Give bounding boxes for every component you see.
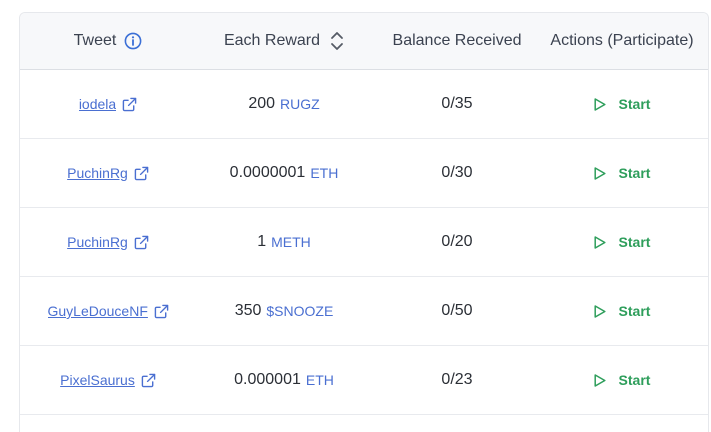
tweet-link[interactable]: iodela [79, 96, 116, 112]
start-label: Start [618, 234, 651, 250]
reward-token: METH [271, 234, 311, 250]
tweet-cell: PuchinRg [20, 208, 196, 276]
balance-value: 0/30 [441, 164, 473, 181]
balance-value: 0/20 [441, 233, 473, 250]
balance-value: 0/23 [441, 371, 473, 388]
play-icon [593, 235, 606, 249]
header-tweet-label: Tweet [73, 32, 117, 49]
header-reward-label: Each Reward [223, 32, 321, 49]
reward-token: RUGZ [280, 96, 320, 112]
actions-cell: Start [536, 70, 708, 138]
header-balance-label: Balance Received [392, 32, 522, 49]
tweet-cell: GuyLeDouceNF [20, 277, 196, 345]
header-tweet: Tweet [20, 13, 196, 69]
tweet-link[interactable]: PuchinRg [67, 165, 128, 181]
start-label: Start [618, 96, 651, 112]
start-button[interactable]: Start [593, 372, 651, 388]
table-row: PuchinRg 1 METH 0/20 Start [20, 208, 708, 277]
table-row: PixelSaurus 0.000001 ETH 0/23 Start [20, 346, 708, 415]
tweet-cell: PixelSaurus [20, 346, 196, 414]
balance-cell: 0/35 [372, 70, 542, 138]
play-icon [593, 166, 606, 180]
table-row: GuyLeDouceNF 350 $SNOOZE 0/50 Start [20, 277, 708, 346]
reward-amount: 0.0000001 [229, 164, 306, 181]
reward-amount: 1 [257, 233, 267, 250]
info-circle-icon[interactable] [124, 32, 142, 50]
balance-cell: 0/30 [372, 139, 542, 207]
play-icon [593, 97, 606, 111]
reward-amount: 200 [248, 95, 276, 112]
start-label: Start [618, 372, 651, 388]
tweet-cell: iodela [20, 70, 196, 138]
reward-cell: 350 $SNOOZE [196, 277, 372, 345]
reward-amount: 350 [234, 302, 262, 319]
start-button[interactable]: Start [593, 234, 651, 250]
start-label: Start [618, 303, 651, 319]
tweet-link[interactable]: PuchinRg [67, 234, 128, 250]
external-link-icon[interactable] [154, 304, 169, 319]
reward-cell: 200 RUGZ [196, 70, 372, 138]
reward-amount: 0.000001 [234, 371, 301, 388]
reward-token: ETH [310, 165, 339, 181]
rewards-table: Tweet Each Reward Balance Received Actio… [19, 12, 709, 432]
start-button[interactable]: Start [593, 303, 651, 319]
table-row: iodela 200 RUGZ 0/35 Start [20, 70, 708, 139]
actions-cell: Start [536, 346, 708, 414]
reward-token: ETH [305, 372, 334, 388]
actions-cell: Start [536, 208, 708, 276]
balance-cell: 0/20 [372, 208, 542, 276]
balance-value: 0/35 [441, 95, 473, 112]
reward-cell: 0.0000001 ETH [196, 139, 372, 207]
header-balance: Balance Received [372, 13, 542, 69]
reward-cell: 1 METH [196, 208, 372, 276]
balance-cell: 0/23 [372, 346, 542, 414]
header-reward[interactable]: Each Reward [196, 13, 372, 69]
external-link-icon[interactable] [122, 97, 137, 112]
external-link-icon[interactable] [134, 166, 149, 181]
actions-cell: Start [536, 139, 708, 207]
balance-cell: 0/50 [372, 277, 542, 345]
header-actions: Actions (Participate) [536, 13, 708, 69]
table-row: PuchinRg 0.0000001 ETH 0/30 Start [20, 139, 708, 208]
start-button[interactable]: Start [593, 165, 651, 181]
start-button[interactable]: Start [593, 96, 651, 112]
tweet-cell: PuchinRg [20, 139, 196, 207]
balance-value: 0/50 [441, 302, 473, 319]
actions-cell: Start [536, 277, 708, 345]
play-icon [593, 373, 606, 387]
header-actions-label: Actions (Participate) [550, 32, 694, 49]
reward-cell: 0.000001 ETH [196, 346, 372, 414]
external-link-icon[interactable] [134, 235, 149, 250]
sort-icon[interactable] [330, 30, 344, 52]
external-link-icon[interactable] [141, 373, 156, 388]
reward-token: $SNOOZE [266, 303, 334, 319]
play-icon [593, 304, 606, 318]
start-label: Start [618, 165, 651, 181]
tweet-link[interactable]: GuyLeDouceNF [48, 303, 148, 319]
table-header: Tweet Each Reward Balance Received Actio… [20, 13, 708, 70]
tweet-link[interactable]: PixelSaurus [60, 372, 135, 388]
